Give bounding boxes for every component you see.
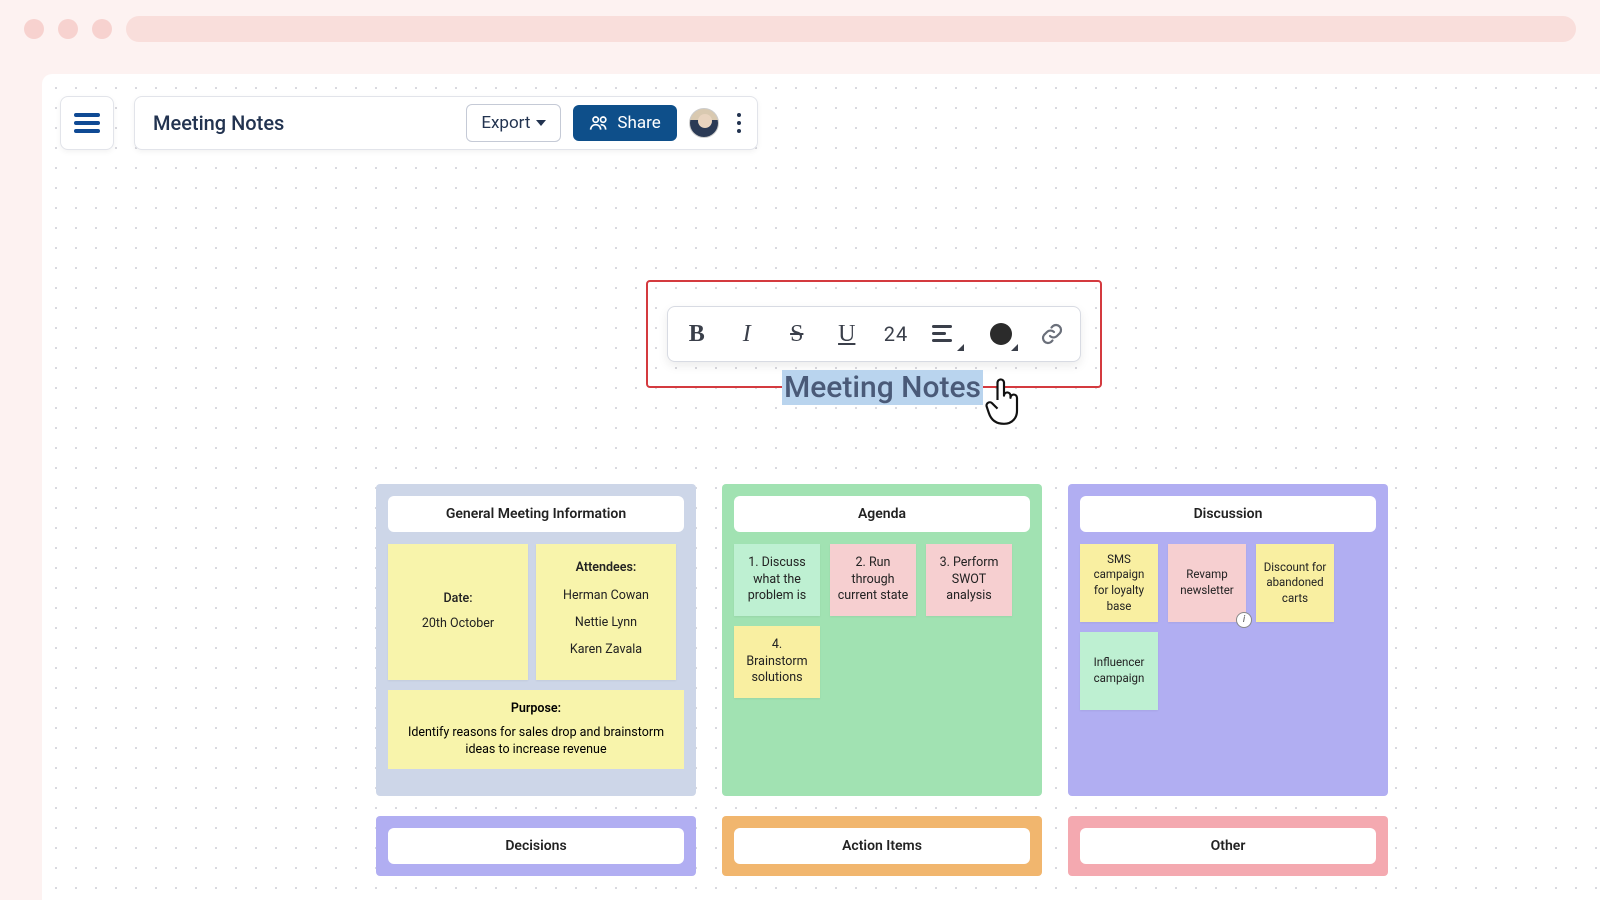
share-button[interactable]: Share	[573, 105, 676, 141]
note-discussion-3[interactable]: Discount for abandoned carts	[1256, 544, 1334, 622]
whiteboard-canvas[interactable]: Meeting Notes Export Share B I S U 24	[42, 74, 1600, 900]
panel-other[interactable]: Other	[1068, 816, 1388, 876]
browser-chrome	[0, 0, 1600, 58]
panel-header: Decisions	[388, 828, 684, 864]
panel-header: Other	[1080, 828, 1376, 864]
panel-header: General Meeting Information	[388, 496, 684, 532]
panel-general-info[interactable]: General Meeting Information Date: 20th O…	[376, 484, 696, 796]
export-label: Export	[481, 113, 530, 133]
text-format-toolbar: B I S U 24	[667, 306, 1081, 362]
panel-header: Agenda	[734, 496, 1030, 532]
note-agenda-3[interactable]: 3. Perform SWOT analysis	[926, 544, 1012, 616]
note-date[interactable]: Date: 20th October	[388, 544, 528, 680]
align-button[interactable]	[932, 319, 962, 349]
hamburger-icon	[74, 113, 100, 133]
url-bar[interactable]	[126, 16, 1576, 42]
chevron-down-icon	[536, 120, 546, 126]
link-button[interactable]	[1040, 322, 1064, 346]
more-menu-button[interactable]	[731, 113, 747, 133]
note-agenda-2[interactable]: 2. Run through current state	[830, 544, 916, 616]
document-title[interactable]: Meeting Notes	[153, 111, 284, 135]
bold-button[interactable]: B	[684, 322, 710, 346]
title-bar: Meeting Notes Export Share	[134, 96, 758, 150]
note-discussion-2[interactable]: Revamp newsletter i	[1168, 544, 1246, 622]
traffic-light-minimize[interactable]	[58, 19, 78, 39]
panel-agenda[interactable]: Agenda 1. Discuss what the problem is 2.…	[722, 484, 1042, 796]
panel-action-items[interactable]: Action Items	[722, 816, 1042, 876]
traffic-light-close[interactable]	[24, 19, 44, 39]
people-icon	[589, 114, 609, 132]
note-discussion-1[interactable]: SMS campaign for loyalty base	[1080, 544, 1158, 622]
menu-button[interactable]	[60, 96, 114, 150]
note-purpose[interactable]: Purpose: Identify reasons for sales drop…	[388, 690, 684, 769]
underline-button[interactable]: U	[834, 322, 860, 346]
font-size-value[interactable]: 24	[884, 322, 908, 346]
board-row-1: General Meeting Information Date: 20th O…	[376, 484, 1388, 796]
text-color-button[interactable]	[986, 319, 1016, 349]
canvas-heading-selected[interactable]: Meeting Notes	[782, 370, 983, 405]
panel-discussion[interactable]: Discussion SMS campaign for loyalty base…	[1068, 484, 1388, 796]
export-button[interactable]: Export	[466, 104, 561, 142]
panel-decisions[interactable]: Decisions	[376, 816, 696, 876]
align-left-icon	[932, 325, 954, 343]
strikethrough-button[interactable]: S	[784, 322, 810, 346]
info-icon[interactable]: i	[1236, 612, 1252, 628]
note-attendees[interactable]: Attendees: Herman Cowan Nettie Lynn Kare…	[536, 544, 676, 680]
italic-button[interactable]: I	[734, 322, 760, 346]
panel-header: Discussion	[1080, 496, 1376, 532]
note-agenda-4[interactable]: 4. Brainstorm solutions	[734, 626, 820, 698]
note-agenda-1[interactable]: 1. Discuss what the problem is	[734, 544, 820, 616]
note-discussion-4[interactable]: Influencer campaign	[1080, 632, 1158, 710]
board-row-2: Decisions Action Items Other	[376, 816, 1388, 876]
panel-header: Action Items	[734, 828, 1030, 864]
traffic-light-zoom[interactable]	[92, 19, 112, 39]
pointer-hand-icon	[982, 374, 1026, 426]
share-label: Share	[617, 113, 660, 133]
color-swatch-icon	[990, 323, 1012, 345]
user-avatar[interactable]	[689, 108, 719, 138]
